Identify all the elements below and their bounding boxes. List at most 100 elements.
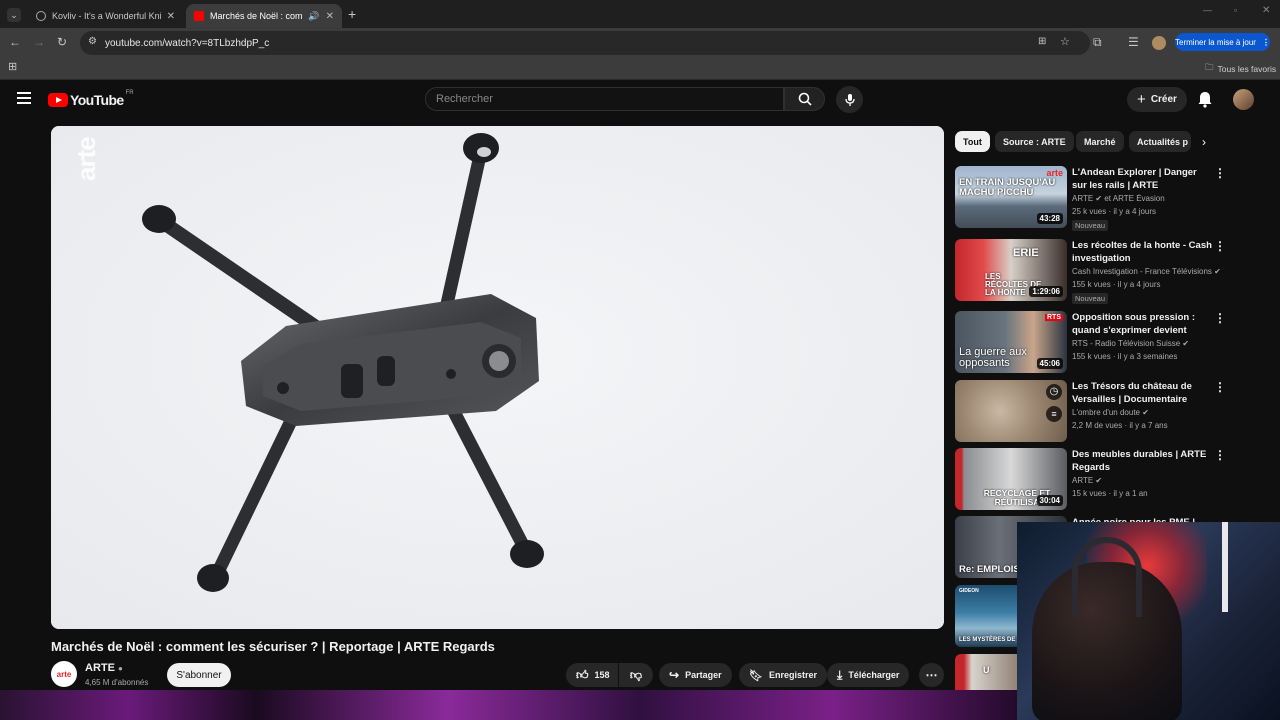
close-window-icon[interactable]: ✕: [1262, 6, 1270, 16]
video-title: Les récoltes de la honte - Cash investig…: [1072, 240, 1212, 264]
tab-title: Kovliv - It's a Wonderful Knife [: [52, 11, 161, 21]
download-icon: ⤓: [837, 667, 843, 682]
like-button[interactable]: 👍︎ 158: [566, 663, 618, 687]
voice-search-button[interactable]: [836, 86, 863, 113]
video-duration: 43:28: [1036, 213, 1063, 224]
video-title: Opposition sous pression : quand s'expri…: [1072, 312, 1195, 336]
chip-actualites[interactable]: Actualités p: [1129, 131, 1191, 152]
bookmark-star-icon[interactable]: ☆: [1060, 35, 1070, 48]
audio-icon[interactable]: 🔊: [308, 11, 319, 22]
video-title: Des meubles durables | ARTE Regards: [1072, 449, 1207, 473]
site-info-icon[interactable]: ⚙: [88, 36, 97, 47]
profile-avatar[interactable]: [1152, 36, 1166, 50]
thumbnail-logo: RTS: [1045, 314, 1063, 321]
kebab-menu-icon[interactable]: ⋮: [1214, 448, 1226, 462]
tab-active[interactable]: Marchés de Noël : comme 🔊 ✕: [186, 4, 342, 28]
back-icon[interactable]: ←: [9, 36, 21, 48]
microphone-icon: [844, 93, 855, 106]
recommendation-item[interactable]: ERIE LES RÉCOLTES DE LA HONTE 1:29:06 Le…: [955, 239, 1230, 304]
all-bookmarks-folder[interactable]: 🗀 Tous les favoris: [1205, 62, 1276, 76]
video-duration: 30:04: [1036, 495, 1063, 506]
share-button[interactable]: ↪ Partager: [659, 663, 732, 687]
video-thumbnail[interactable]: arte EN TRAIN JUSQU'AU MACHU PICCHU 43:2…: [955, 166, 1067, 228]
chip-marche[interactable]: Marché: [1076, 131, 1124, 152]
kebab-menu-icon[interactable]: ⋮: [1214, 239, 1226, 253]
update-button[interactable]: Terminer la mise à jour ⋮: [1175, 33, 1270, 51]
tab-search-icon[interactable]: ⌄: [7, 8, 21, 22]
kebab-menu-icon[interactable]: ⋮: [1214, 166, 1226, 180]
search-input[interactable]: Rechercher: [425, 87, 784, 111]
video-thumbnail[interactable]: ERIE LES RÉCOLTES DE LA HONTE 1:29:06: [955, 239, 1067, 301]
extensions-icon[interactable]: ⧉: [1093, 36, 1102, 48]
youtube-play-icon: [48, 93, 68, 107]
video-title: L'Andean Explorer | Danger sur les rails…: [1072, 167, 1197, 191]
url-text: youtube.com/watch?v=8TLbzhdpP_c: [105, 37, 270, 49]
video-meta: 155 k vues · il y a 4 jours: [1072, 280, 1161, 289]
recommendation-item[interactable]: RECYCLAGE ET RÉUTILISA 30:04 Des meubles…: [955, 448, 1230, 510]
video-meta: 2,2 M de vues · il y a 7 ans: [1072, 421, 1168, 430]
address-bar[interactable]: ⚙ youtube.com/watch?v=8TLbzhdpP_c ⊞ ☆: [80, 31, 1090, 55]
kebab-menu-icon[interactable]: ⋮: [1214, 311, 1226, 325]
like-count: 158: [594, 670, 610, 680]
browser-toolbar: ← → ↻ ⚙ youtube.com/watch?v=8TLbzhdpP_c …: [0, 28, 1280, 58]
close-tab-icon[interactable]: ✕: [326, 11, 334, 22]
arte-watermark: arte: [71, 137, 101, 181]
video-thumbnail[interactable]: RTS La guerre aux opposants 45:06: [955, 311, 1067, 373]
search-button[interactable]: [784, 87, 825, 111]
tab-inactive[interactable]: Kovliv - It's a Wonderful Knife [ ✕: [28, 4, 183, 28]
youtube-logo[interactable]: YouTube FR: [48, 90, 134, 108]
kebab-menu-icon[interactable]: ⋮: [1262, 38, 1270, 47]
create-button[interactable]: + Créer: [1127, 87, 1187, 112]
close-tab-icon[interactable]: ✕: [167, 11, 175, 22]
minimize-icon[interactable]: —: [1203, 6, 1212, 15]
search-placeholder: Rechercher: [436, 93, 493, 105]
download-button[interactable]: ⤓ Télécharger: [827, 663, 910, 687]
share-icon: ↪: [669, 668, 680, 682]
chips-next-chevron-icon[interactable]: ›: [1202, 135, 1206, 149]
channel-name: ARTE ✔ et ARTE Évasion: [1072, 194, 1165, 203]
install-app-icon[interactable]: ⊞: [1038, 36, 1046, 47]
maximize-icon[interactable]: ▫: [1234, 6, 1237, 15]
channel-name: ARTE ✔: [1072, 476, 1103, 485]
thumbs-down-icon: 👎︎: [629, 667, 643, 682]
dislike-button[interactable]: 👎︎: [619, 663, 653, 687]
recommendation-item[interactable]: ◷ ≡ Les Trésors du château de Versailles…: [955, 380, 1230, 442]
apps-grid-icon[interactable]: ⊞: [8, 62, 17, 73]
video-thumbnail[interactable]: RECYCLAGE ET RÉUTILISA 30:04: [955, 448, 1067, 510]
add-to-queue-icon[interactable]: ≡: [1046, 406, 1062, 422]
notifications-bell-icon[interactable]: [1197, 91, 1213, 113]
video-frame-drone: [51, 126, 944, 629]
hamburger-menu-icon[interactable]: [17, 92, 31, 104]
more-horizontal-icon: ⋯: [925, 668, 938, 682]
video-player[interactable]: arte: [51, 126, 944, 629]
webcam-overlay: [1017, 522, 1280, 720]
recommendation-item[interactable]: arte EN TRAIN JUSQU'AU MACHU PICCHU 43:2…: [955, 166, 1230, 231]
forward-icon[interactable]: →: [33, 36, 45, 48]
chip-source-arte[interactable]: Source : ARTE: [995, 131, 1074, 152]
thumbnail-text: EN TRAIN JUSQU'AU MACHU PICCHU: [959, 177, 1056, 198]
video-title: Les Trésors du château de Versailles | D…: [1072, 381, 1192, 405]
webcam-light-right: [1222, 522, 1228, 612]
browser-tabstrip: ⌄ Kovliv - It's a Wonderful Knife [ ✕ Ma…: [0, 0, 1280, 28]
chip-all[interactable]: Tout: [955, 131, 990, 152]
watch-later-icon[interactable]: ◷: [1046, 384, 1062, 400]
kebab-menu-icon[interactable]: ⋮: [1214, 380, 1226, 394]
create-label: Créer: [1150, 94, 1177, 105]
more-actions-button[interactable]: ⋯: [919, 663, 944, 687]
video-thumbnail[interactable]: ◷ ≡: [955, 380, 1067, 442]
save-button[interactable]: 🔖︎ Enregistrer: [739, 663, 827, 687]
channel-name: L'ombre d'un doute ✔: [1072, 408, 1149, 417]
channel-name[interactable]: ARTE ●: [85, 662, 123, 674]
channel-avatar[interactable]: arte: [51, 661, 77, 687]
recommendation-item[interactable]: RTS La guerre aux opposants 45:06 Opposi…: [955, 311, 1230, 373]
account-avatar[interactable]: [1233, 89, 1254, 110]
reading-list-icon[interactable]: ☰: [1128, 36, 1139, 48]
video-meta: 155 k vues · il y a 3 semaines: [1072, 352, 1178, 361]
thumbs-up-icon: 👍︎: [576, 667, 589, 682]
channel-name: RTS - Radio Télévision Suisse ✔: [1072, 339, 1190, 348]
new-tab-icon[interactable]: +: [348, 7, 356, 21]
subscribe-button[interactable]: S'abonner: [167, 663, 231, 687]
reload-icon[interactable]: ↻: [57, 36, 67, 48]
subscriber-count: 4,65 M d'abonnés: [85, 678, 149, 687]
channel-name-text: ARTE: [85, 662, 115, 674]
